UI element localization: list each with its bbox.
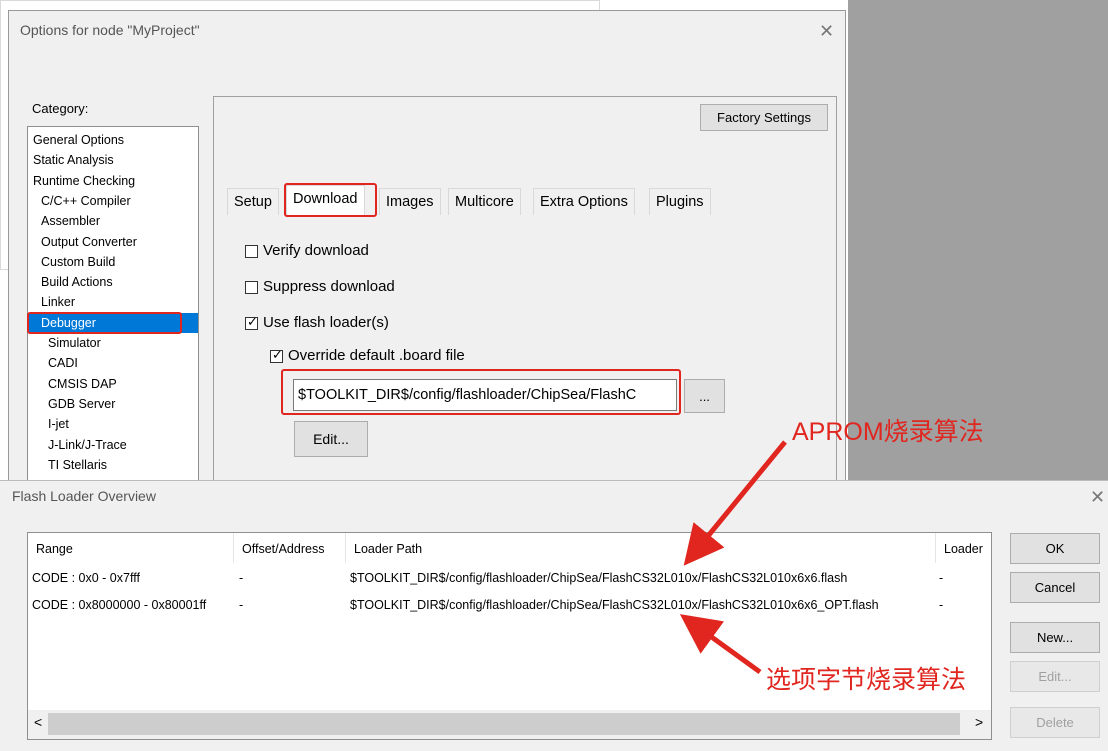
annotation-arrows	[679, 440, 787, 675]
annotation-option-bytes: 选项字节烧录算法	[766, 666, 967, 694]
arrow-aprom	[683, 440, 787, 566]
annotation-aprom: APROM烧录算法	[792, 418, 984, 446]
arrow-option-bytes	[679, 614, 762, 675]
